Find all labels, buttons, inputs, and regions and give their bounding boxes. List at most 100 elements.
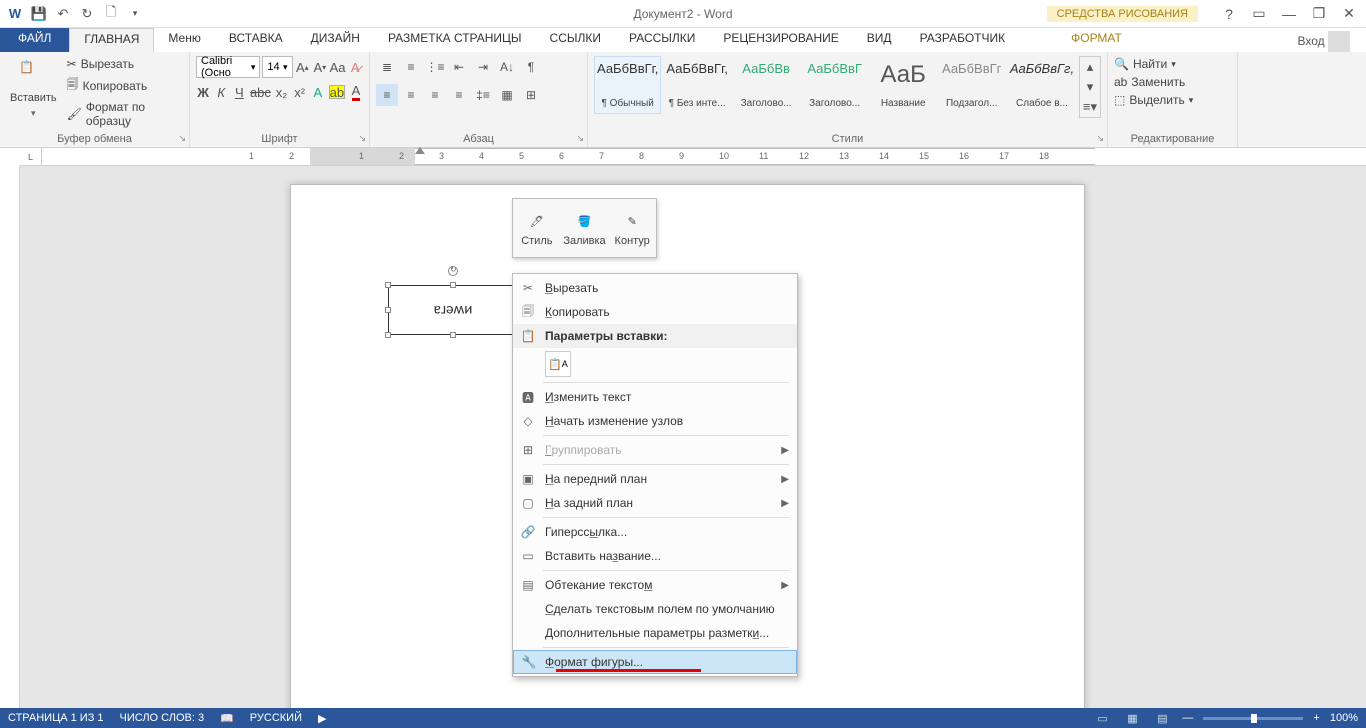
tab-menu[interactable]: Меню (154, 28, 214, 52)
subscript-button[interactable]: x₂ (274, 82, 288, 102)
zoom-slider[interactable] (1203, 717, 1303, 720)
tab-file[interactable]: ФАЙЛ (0, 28, 69, 52)
shape-text[interactable]: иwега (434, 301, 473, 319)
text-effects-button[interactable]: A (311, 82, 325, 102)
ribbon-display-icon[interactable]: ▭ (1248, 3, 1270, 25)
tab-selector[interactable]: L (20, 148, 42, 165)
ctx-cut[interactable]: ✂Вырезать (513, 276, 797, 300)
ctx-wrap-text[interactable]: ▤Обтекание текстом▶ (513, 573, 797, 597)
paste-keep-text-button[interactable]: 📋A (545, 351, 571, 377)
ctx-edit-text[interactable]: 🅰Изменить текст (513, 385, 797, 409)
copy-button[interactable]: 🗐Копировать (67, 74, 183, 97)
tab-review[interactable]: РЕЦЕНЗИРОВАНИЕ (709, 28, 852, 52)
paste-button[interactable]: 📋 Вставить ▾ (6, 56, 61, 129)
tab-references[interactable]: ССЫЛКИ (536, 28, 615, 52)
zoom-percent[interactable]: 100% (1330, 712, 1358, 724)
grow-font-button[interactable]: A▴ (295, 57, 311, 77)
clear-format-button[interactable]: A̷ (348, 57, 364, 77)
shading-button[interactable]: ▦ (496, 84, 518, 106)
ruler-markers[interactable]: 12123456789101112131415161718 (415, 148, 1095, 165)
view-read-icon[interactable]: ▭ (1092, 710, 1112, 726)
ctx-more-layout[interactable]: Дополнительные параметры разметки... (513, 621, 797, 645)
mini-fill-button[interactable]: 🪣Заливка (561, 199, 609, 257)
font-size-combo[interactable]: 14▾ (262, 56, 292, 78)
numbering-button[interactable]: ≡ (400, 56, 422, 78)
ctx-send-back[interactable]: ▢На задний план▶ (513, 491, 797, 515)
style-normal[interactable]: АаБбВвГг,¶ Обычный (594, 56, 661, 114)
view-web-icon[interactable]: ▤ (1152, 710, 1172, 726)
ruler-horizontal[interactable]: L 12123456789101112131415161718 (20, 148, 1366, 166)
status-page[interactable]: СТРАНИЦА 1 ИЗ 1 (8, 712, 104, 724)
highlight-button[interactable]: ab (329, 85, 345, 99)
ctx-copy[interactable]: 🗐Копировать (513, 300, 797, 324)
underline-button[interactable]: Ч (232, 82, 246, 102)
line-spacing-button[interactable]: ‡≡ (472, 84, 494, 106)
change-case-button[interactable]: Aa (330, 57, 346, 77)
resize-handle-mb[interactable] (450, 332, 456, 338)
word-icon[interactable]: W (4, 3, 26, 25)
italic-button[interactable]: К (214, 82, 228, 102)
style-emphasis[interactable]: АаБбВвГг,Слабое в... (1007, 56, 1077, 114)
style-title[interactable]: АаБНазвание (870, 56, 937, 114)
para-launcher[interactable]: ↘ (576, 133, 584, 144)
zoom-out-button[interactable]: — (1182, 712, 1193, 724)
qat-dropdown-icon[interactable]: ▾ (124, 3, 146, 25)
borders-button[interactable]: ⊞ (520, 84, 542, 106)
styles-down-icon[interactable]: ▾ (1080, 77, 1100, 97)
format-painter-button[interactable]: 🖌Формат по образцу (67, 99, 183, 129)
align-left-button[interactable]: ≡ (376, 84, 398, 106)
save-icon[interactable]: 💾 (28, 3, 50, 25)
zoom-in-button[interactable]: + (1313, 712, 1319, 724)
tab-home[interactable]: ГЛАВНАЯ (69, 28, 154, 52)
resize-handle-mt[interactable] (450, 282, 456, 288)
resize-handle-ml[interactable] (385, 307, 391, 313)
font-color-button[interactable]: A (349, 82, 363, 102)
tab-insert[interactable]: ВСТАВКА (215, 28, 297, 52)
ctx-caption[interactable]: ▭Вставить название... (513, 544, 797, 568)
font-name-combo[interactable]: Calibri (Осно▾ (196, 56, 260, 78)
minimize-icon[interactable]: — (1278, 3, 1300, 25)
tab-view[interactable]: ВИД (853, 28, 906, 52)
mini-style-button[interactable]: 🖊Стиль (513, 199, 561, 257)
style-heading1[interactable]: АаБбВвЗаголово... (733, 56, 800, 114)
font-launcher[interactable]: ↘ (358, 133, 366, 144)
styles-more-icon[interactable]: ≡▾ (1080, 97, 1100, 117)
ctx-default-textbox[interactable]: Сделать текстовым полем по умолчанию (513, 597, 797, 621)
tab-layout[interactable]: РАЗМЕТКА СТРАНИЦЫ (374, 28, 536, 52)
tab-mailings[interactable]: РАССЫЛКИ (615, 28, 709, 52)
replace-button[interactable]: abЗаменить (1114, 74, 1231, 90)
indent-button[interactable]: ⇥ (472, 56, 494, 78)
sort-button[interactable]: A↓ (496, 56, 518, 78)
tab-developer[interactable]: РАЗРАБОТЧИК (906, 28, 1020, 52)
text-box-shape[interactable]: иwега ⎍ (388, 285, 518, 335)
align-right-button[interactable]: ≡ (424, 84, 446, 106)
close-icon[interactable]: ✕ (1338, 3, 1360, 25)
justify-button[interactable]: ≡ (448, 84, 470, 106)
cut-button[interactable]: ✂Вырезать (67, 56, 183, 72)
resize-handle-bl[interactable] (385, 332, 391, 338)
styles-up-icon[interactable]: ▴ (1080, 57, 1100, 77)
view-print-icon[interactable]: ▦ (1122, 710, 1142, 726)
select-button[interactable]: ⬚Выделить ▾ (1114, 92, 1231, 108)
restore-icon[interactable]: ❐ (1308, 3, 1330, 25)
ctx-hyperlink[interactable]: 🔗Гиперссылка... (513, 520, 797, 544)
new-doc-icon[interactable]: 🗋 (100, 3, 122, 25)
clipboard-launcher[interactable]: ↘ (178, 133, 186, 144)
status-words[interactable]: ЧИСЛО СЛОВ: 3 (120, 712, 205, 724)
ruler-vertical[interactable] (0, 166, 20, 708)
strike-button[interactable]: abc (250, 82, 270, 102)
resize-handle-tl[interactable] (385, 282, 391, 288)
ctx-edit-points[interactable]: ◇Начать изменение узлов (513, 409, 797, 433)
zoom-thumb[interactable] (1251, 714, 1257, 723)
rotate-handle[interactable] (448, 266, 458, 276)
ctx-format-shape[interactable]: 🔧Формат фигуры... (513, 650, 797, 674)
outdent-button[interactable]: ⇤ (448, 56, 470, 78)
shrink-font-button[interactable]: A▾ (312, 57, 328, 77)
status-macro-icon[interactable]: ▶ (318, 712, 326, 725)
show-marks-button[interactable]: ¶ (520, 56, 542, 78)
mini-outline-button[interactable]: ✎Контур (608, 199, 656, 257)
status-spell-icon[interactable]: 📖 (220, 712, 234, 725)
status-lang[interactable]: РУССКИЙ (250, 712, 302, 724)
find-button[interactable]: 🔍Найти ▾ (1114, 56, 1231, 72)
style-heading2[interactable]: АаБбВвГЗаголово... (801, 56, 868, 114)
